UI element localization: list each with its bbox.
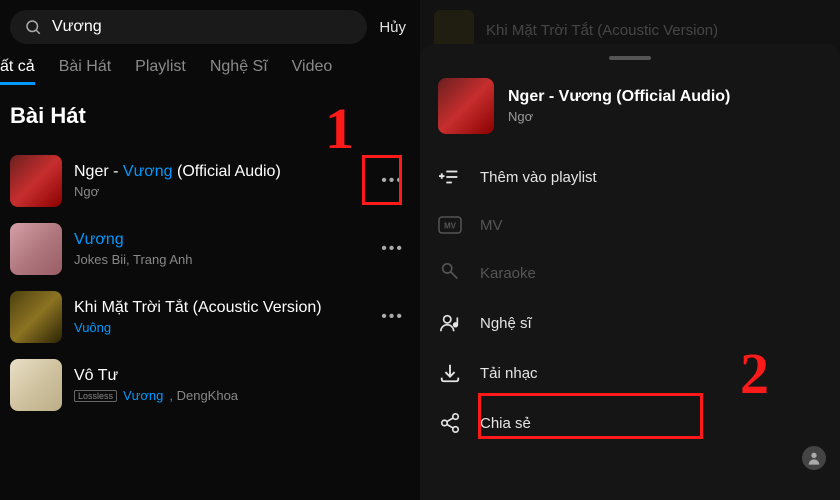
song-info: Vô Tư Lossless Vương , DengKhoa	[74, 367, 410, 403]
playlist-add-icon	[438, 166, 462, 188]
sheet-handle[interactable]	[609, 56, 651, 60]
song-title: Khi Mặt Trời Tắt (Acoustic Version)	[74, 299, 363, 317]
filter-tabs: ất cả Bài Hát Playlist Nghệ Sĩ Video	[0, 52, 420, 85]
search-results-screen: Hủy ất cả Bài Hát Playlist Nghệ Sĩ Video…	[0, 0, 420, 500]
mv-icon: MV	[438, 216, 462, 234]
profile-avatar[interactable]	[802, 446, 826, 470]
menu-item-label: Nghệ sĩ	[480, 315, 532, 332]
tab-all[interactable]: ất cả	[0, 58, 35, 85]
menu-item-download[interactable]: Tải nhạc	[420, 348, 840, 398]
lossless-badge: Lossless	[74, 390, 117, 402]
menu-item-karaoke: Karaoke	[420, 248, 840, 298]
karaoke-icon	[438, 262, 462, 284]
menu-item-label: Chia sẻ	[480, 415, 531, 432]
bottom-sheet: Nger - Vương (Official Audio) Ngơ Thêm v…	[420, 44, 840, 500]
song-info: Vương Jokes Bii, Trang Anh	[74, 231, 363, 267]
download-icon	[438, 362, 462, 384]
song-thumbnail	[10, 291, 62, 343]
song-artist: Jokes Bii, Trang Anh	[74, 252, 363, 267]
sheet-song-title: Nger - Vương (Official Audio)	[508, 88, 730, 106]
song-title: Nger - Vương (Official Audio)	[74, 163, 363, 181]
song-row[interactable]: Vô Tư Lossless Vương , DengKhoa	[0, 351, 420, 419]
sheet-header: Nger - Vương (Official Audio) Ngơ	[420, 70, 840, 152]
sheet-song-thumbnail	[438, 78, 494, 134]
song-action-sheet-screen: Khi Mặt Trời Tắt (Acoustic Version) Nger…	[420, 0, 840, 500]
menu-item-label: MV	[480, 217, 503, 234]
song-more-button[interactable]: •••	[375, 302, 410, 332]
sheet-song-info: Nger - Vương (Official Audio) Ngơ	[508, 88, 730, 124]
song-title-highlight: Vương	[123, 163, 173, 180]
song-info: Nger - Vương (Official Audio) Ngơ	[74, 163, 363, 199]
tab-playlist[interactable]: Playlist	[135, 58, 186, 85]
song-artist-highlight: Vương	[123, 388, 163, 403]
song-more-button[interactable]: •••	[375, 166, 410, 196]
song-row[interactable]: Nger - Vương (Official Audio) Ngơ •••	[0, 147, 420, 215]
song-more-button[interactable]: •••	[375, 234, 410, 264]
menu-item-artist[interactable]: Nghệ sĩ	[420, 298, 840, 348]
search-box[interactable]	[10, 10, 367, 44]
song-row[interactable]: Khi Mặt Trời Tắt (Acoustic Version) Vuôn…	[0, 283, 420, 351]
sheet-song-artist: Ngơ	[508, 109, 730, 124]
song-artist: Ngơ	[74, 184, 363, 199]
tab-video[interactable]: Video	[292, 58, 333, 85]
song-thumbnail	[10, 359, 62, 411]
menu-item-label: Tải nhạc	[480, 365, 538, 382]
song-artist-post: , DengKhoa	[169, 388, 238, 403]
song-title-highlight: Vương	[74, 231, 124, 248]
song-title: Vô Tư	[74, 367, 410, 385]
menu-item-share[interactable]: Chia sẻ	[420, 398, 840, 448]
menu-item-add-to-playlist[interactable]: Thêm vào playlist	[420, 152, 840, 202]
search-cancel-button[interactable]: Hủy	[379, 19, 406, 36]
tab-songs[interactable]: Bài Hát	[59, 58, 111, 85]
song-artist: Lossless Vương , DengKhoa	[74, 388, 410, 403]
share-icon	[438, 412, 462, 434]
song-title: Vương	[74, 231, 363, 249]
tab-artist[interactable]: Nghệ Sĩ	[210, 58, 268, 85]
menu-item-label: Karaoke	[480, 265, 536, 282]
song-artist: Vuông	[74, 320, 363, 335]
song-info: Khi Mặt Trời Tắt (Acoustic Version) Vuôn…	[74, 299, 363, 335]
section-title-songs: Bài Hát	[10, 103, 420, 129]
search-bar-row: Hủy	[0, 0, 420, 52]
search-input[interactable]	[52, 18, 353, 36]
menu-item-label: Thêm vào playlist	[480, 169, 597, 186]
song-artist-highlight: Vuông	[74, 320, 111, 335]
song-title-pre: Nger -	[74, 163, 123, 180]
song-thumbnail	[10, 155, 62, 207]
song-title-post: (Official Audio)	[173, 163, 281, 180]
svg-text:MV: MV	[444, 222, 457, 231]
menu-item-mv: MV MV	[420, 202, 840, 248]
bg-song-title: Khi Mặt Trời Tắt (Acoustic Version)	[486, 22, 718, 39]
artist-icon	[438, 312, 462, 334]
search-icon	[24, 18, 42, 36]
song-thumbnail	[10, 223, 62, 275]
song-row[interactable]: Vương Jokes Bii, Trang Anh •••	[0, 215, 420, 283]
